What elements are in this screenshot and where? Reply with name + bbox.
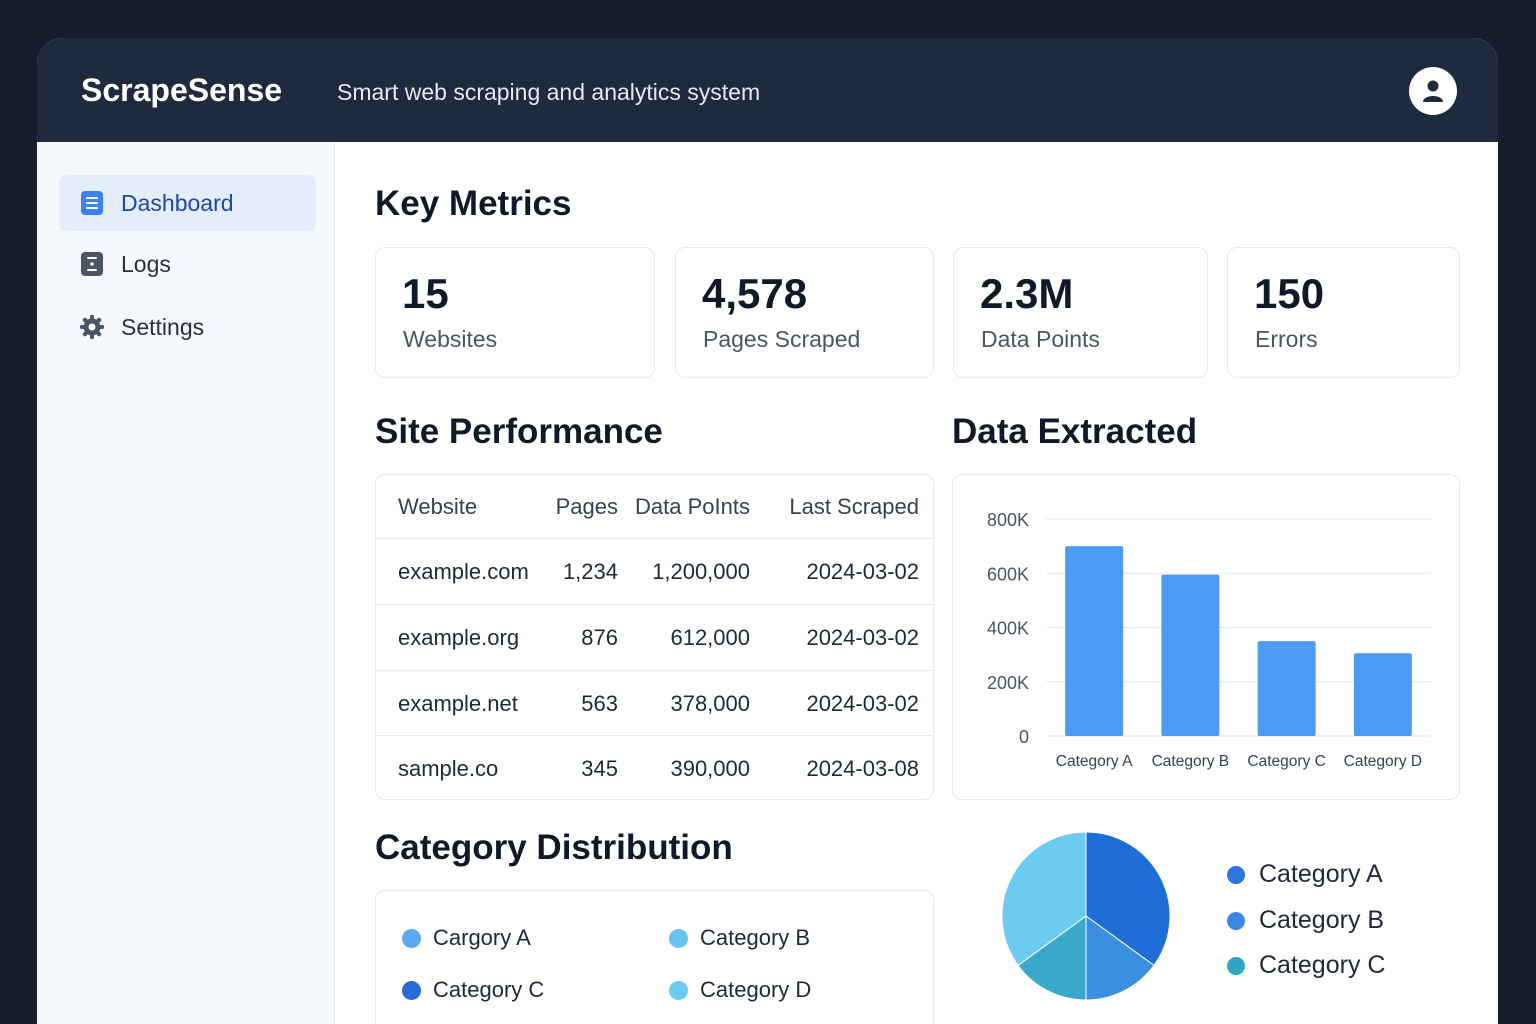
x-tick-label: Category D xyxy=(1344,753,1422,770)
data-extracted-title: Data Extracted xyxy=(952,412,1198,451)
legend-item: Category B xyxy=(669,925,810,951)
sidebar-item-settings[interactable]: Settings xyxy=(59,299,316,355)
pie-legend-item: Category B xyxy=(1227,906,1384,935)
y-tick-label: 200K xyxy=(987,673,1029,693)
user-icon xyxy=(1423,80,1443,102)
table-cell: 876 xyxy=(581,624,618,650)
sidebar-item-logs[interactable]: Logs xyxy=(59,236,316,292)
legend-swatch xyxy=(669,928,688,948)
sidebar-item-label: Logs xyxy=(121,250,171,277)
category-distribution-title: Category Distribution xyxy=(375,828,733,867)
table-cell: example.com xyxy=(398,558,529,584)
table-row[interactable]: example.com 1,234 1,200,000 2024-03-02 xyxy=(376,538,934,604)
app-window: ScrapeSense Smart web scraping and analy… xyxy=(37,38,1498,1024)
legend-label: Cargory A xyxy=(433,925,531,950)
legend-swatch xyxy=(1227,956,1245,975)
legend-label: Category B xyxy=(700,925,811,950)
metric-value: 2.3M xyxy=(980,270,1074,317)
table-row[interactable]: sample.co 345 390,000 2024-03-08 xyxy=(376,735,934,801)
brand-title: ScrapeSense xyxy=(81,72,283,108)
user-avatar-button[interactable] xyxy=(1409,67,1457,115)
legend-swatch xyxy=(1227,911,1245,930)
y-tick-label: 400K xyxy=(987,619,1029,639)
table-cell: 2024-03-08 xyxy=(806,755,919,781)
bar-chart: 0 200K 400K 600K 800K Category A Category B Cat… xyxy=(987,510,1431,770)
top-header: ScrapeSense Smart web scraping and analy… xyxy=(37,38,1498,142)
table-header-row: Website Pages Data PoInts Last Scraped xyxy=(376,475,934,539)
metric-label: Errors xyxy=(1255,326,1318,352)
x-tick-label: Category C xyxy=(1247,753,1325,770)
metric-card-websites: 15 Websites xyxy=(375,247,655,378)
table-cell: 563 xyxy=(581,690,618,716)
x-tick-label: Category A xyxy=(1056,753,1133,770)
metric-value: 150 xyxy=(1254,270,1325,317)
document-icon xyxy=(79,190,105,216)
table-cell: 2024-03-02 xyxy=(806,558,919,584)
legend-swatch xyxy=(402,928,421,948)
legend-item: Cargory A xyxy=(402,925,531,951)
pie-legend-item: Category A xyxy=(1227,860,1383,889)
y-tick-label: 0 xyxy=(1019,727,1029,747)
column-header: Pages xyxy=(555,494,618,519)
metric-label: Pages Scraped xyxy=(703,326,861,352)
x-tick-label: Category B xyxy=(1152,753,1230,770)
main-content: Key Metrics 15 Websites 4,578 Pages Scra… xyxy=(335,142,1498,1024)
metric-label: Websites xyxy=(403,326,498,352)
legend-label: Category C xyxy=(433,977,545,1002)
key-metrics-title: Key Metrics xyxy=(375,184,572,223)
bar xyxy=(1353,653,1412,736)
brand-tagline: Smart web scraping and analytics system xyxy=(337,79,761,105)
y-tick-label: 800K xyxy=(987,510,1029,530)
column-header: Data PoInts xyxy=(635,494,750,519)
table-row[interactable]: example.net 563 378,000 2024-03-02 xyxy=(376,670,934,736)
legend-swatch xyxy=(669,980,688,1000)
column-header: Website xyxy=(398,494,478,519)
y-tick-label: 600K xyxy=(987,564,1029,584)
table-cell: example.net xyxy=(398,690,518,716)
table-cell: sample.co xyxy=(398,755,499,781)
site-performance-table: Website Pages Data PoInts Last Scraped e… xyxy=(375,474,934,800)
gear-icon xyxy=(79,314,105,340)
table-cell: 2024-03-02 xyxy=(806,690,919,716)
legend-label: Category A xyxy=(1259,860,1383,888)
legend-item: Category C xyxy=(402,977,544,1003)
sidebar: Dashboard Logs Settings xyxy=(37,142,335,1024)
metric-value: 4,578 xyxy=(702,270,808,317)
pie-legend-item: Category C xyxy=(1227,951,1385,980)
table-cell: 1,200,000 xyxy=(652,558,750,584)
pie-chart xyxy=(1001,831,1171,1001)
table-cell: 2024-03-02 xyxy=(806,624,919,650)
table-cell: 390,000 xyxy=(670,755,750,781)
table-cell: 345 xyxy=(581,755,618,781)
data-extracted-chart-card: 0 200K 400K 600K 800K Category A Category B Cat… xyxy=(952,474,1460,800)
table-cell: 612,000 xyxy=(670,624,750,650)
legend-swatch xyxy=(402,980,421,1000)
metric-card-errors: 150 Errors xyxy=(1227,247,1460,378)
metric-label: Data Points xyxy=(981,326,1100,352)
sidebar-item-label: Dashboard xyxy=(121,189,234,216)
legend-item: Category D xyxy=(669,977,811,1003)
site-performance-title: Site Performance xyxy=(375,412,663,451)
table-cell: example.org xyxy=(398,624,520,650)
table-row[interactable]: example.org 876 612,000 2024-03-02 xyxy=(376,604,934,670)
legend-label: Category D xyxy=(700,977,812,1002)
legend-label: Category C xyxy=(1259,951,1386,979)
column-header: Last Scraped xyxy=(789,494,919,519)
log-icon xyxy=(79,251,105,277)
legend-swatch xyxy=(1227,865,1245,884)
metric-card-pages: 4,578 Pages Scraped xyxy=(675,247,934,378)
sidebar-item-label: Settings xyxy=(121,313,205,340)
table-cell: 1,234 xyxy=(562,558,618,584)
bar xyxy=(1161,574,1220,736)
bar xyxy=(1257,641,1316,736)
bar xyxy=(1065,546,1124,736)
table-cell: 378,000 xyxy=(670,690,750,716)
sidebar-item-dashboard[interactable]: Dashboard xyxy=(59,175,316,231)
legend-label: Category B xyxy=(1259,906,1385,934)
metric-value: 15 xyxy=(402,270,449,317)
metric-card-data-points: 2.3M Data Points xyxy=(953,247,1208,378)
category-legend-card: Cargory A Category B Category C Category… xyxy=(375,890,934,1024)
